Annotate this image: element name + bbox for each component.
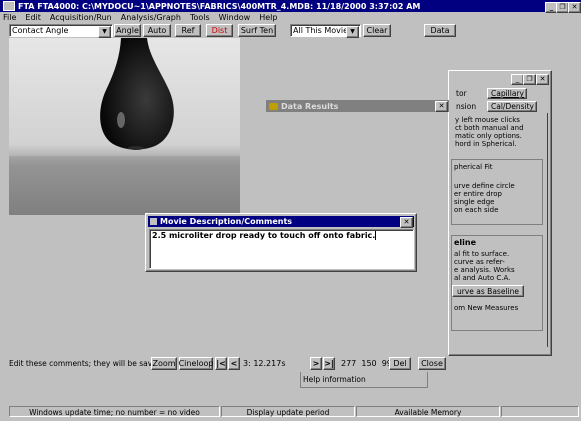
- sph-line: single edge: [454, 198, 495, 206]
- help-information-text: Help information: [303, 375, 366, 384]
- ref-button[interactable]: Ref: [175, 24, 201, 37]
- chevron-down-icon[interactable]: ▼: [346, 26, 359, 38]
- close-button[interactable]: ✕: [536, 74, 549, 85]
- edit-hint: Edit these comments; they will be saved: [9, 359, 162, 368]
- instr-line: matic only options.: [455, 132, 522, 140]
- instr-line: y left mouse clicks: [455, 116, 520, 124]
- instructions-text: y left mouse clicks ct both manual and m…: [455, 116, 524, 148]
- surf-ten-button[interactable]: Surf Ten: [238, 24, 276, 37]
- dist-button[interactable]: Dist: [206, 24, 233, 37]
- angle-button[interactable]: Angle: [114, 24, 141, 37]
- spherical-fit-title: pherical Fit: [454, 163, 493, 171]
- main-title-bar: FTA FTA4000: C:\MYDOCU~1\APPNOTES\FABRIC…: [0, 0, 581, 13]
- measure-select[interactable]: Contact Angle ▼: [9, 24, 113, 38]
- last-frame-button[interactable]: >|: [323, 357, 335, 370]
- close-icon[interactable]: ✕: [435, 101, 448, 112]
- bl-line: e analysis. Works: [454, 266, 515, 274]
- data-results-titlebar[interactable]: Data Results ✕: [266, 100, 449, 112]
- sph-line: urve define circle: [454, 182, 515, 190]
- tab-cal-density[interactable]: Cal/Density: [487, 101, 537, 112]
- chevron-down-icon[interactable]: ▼: [98, 26, 111, 38]
- movie-dialog-title: Movie Description/Comments: [160, 217, 293, 226]
- menu-window[interactable]: Window: [219, 12, 251, 23]
- data-button[interactable]: Data: [424, 24, 456, 37]
- data-results-title: Data Results: [281, 101, 339, 111]
- status-update-time: Windows update time; no number = no vide…: [9, 406, 220, 417]
- bl-line: al fit to surface.: [454, 250, 510, 258]
- window-title: FTA FTA4000: C:\MYDOCU~1\APPNOTES\FABRIC…: [18, 1, 421, 11]
- menu-tools[interactable]: Tools: [190, 12, 210, 23]
- status-bar: Windows update time; no number = no vide…: [0, 406, 581, 418]
- tab-capillary[interactable]: Capillary: [487, 88, 527, 99]
- app-icon: [3, 1, 15, 11]
- status-extra: [501, 406, 579, 417]
- movie-select[interactable]: All This Movie ▼: [290, 24, 361, 38]
- drop-image: [9, 38, 240, 215]
- close-icon[interactable]: ✕: [400, 217, 413, 228]
- next-frame-button[interactable]: >: [310, 357, 322, 370]
- first-frame-button[interactable]: |<: [215, 357, 227, 370]
- cineloop-button[interactable]: Cineloop: [179, 357, 213, 370]
- bl-line: al and Auto C.A.: [454, 274, 511, 282]
- menu-help[interactable]: Help: [259, 12, 277, 23]
- movie-description-dialog: Movie Description/Comments ✕ 2.5 microli…: [145, 213, 417, 272]
- tab-tor[interactable]: tor: [456, 89, 486, 100]
- video-frame[interactable]: [9, 38, 240, 215]
- sph-line: on each side: [454, 206, 499, 214]
- dialog-icon: [150, 218, 157, 225]
- spherical-fit-group: pherical Fit urve define circle er entir…: [451, 159, 543, 225]
- maximize-button[interactable]: ❐: [523, 74, 536, 85]
- menu-acquisition[interactable]: Acquisition/Run: [50, 12, 112, 23]
- movie-control-bar: Edit these comments; they will be saved …: [9, 356, 446, 372]
- time-readout: 3: 12.217s: [243, 359, 286, 368]
- clear-button[interactable]: Clear: [363, 24, 391, 37]
- bl-line: curve as refer-: [454, 258, 505, 266]
- status-display-period: Display update period: [221, 406, 355, 417]
- zoom-button[interactable]: Zoom: [151, 357, 177, 370]
- measure-select-value: Contact Angle: [12, 26, 69, 35]
- new-measures-text: om New Measures: [454, 304, 519, 312]
- measure-options-window: _ ❐ ✕ tor Capillary nsion Cal/Density y …: [448, 70, 552, 356]
- baseline-title: eline: [454, 238, 477, 247]
- spherical-text: urve define circle er entire drop single…: [454, 182, 515, 214]
- auto-button[interactable]: Auto: [143, 24, 171, 37]
- data-results-icon: [269, 102, 278, 110]
- movie-comments-text: 2.5 microliter drop ready to touch off o…: [152, 231, 376, 240]
- movie-select-value: All This Movie: [293, 26, 349, 35]
- baseline-group: eline al fit to surface. curve as refer-…: [451, 235, 543, 331]
- close-button[interactable]: ✕: [568, 2, 581, 13]
- close-movie-button[interactable]: Close: [418, 357, 446, 370]
- sph-line: er entire drop: [454, 190, 502, 198]
- menu-edit[interactable]: Edit: [25, 12, 41, 23]
- help-information-box: Help information: [300, 372, 428, 388]
- curve-as-baseline-button[interactable]: urve as Baseline: [452, 285, 524, 297]
- status-memory: Available Memory: [356, 406, 500, 417]
- prev-frame-button[interactable]: <: [228, 357, 240, 370]
- menu-analysis[interactable]: Analysis/Graph: [121, 12, 181, 23]
- instr-line: hord in Spherical.: [455, 140, 517, 148]
- baseline-text: al fit to surface. curve as refer- e ana…: [454, 250, 515, 282]
- menu-file[interactable]: File: [3, 12, 16, 23]
- instr-line: ct both manual and: [455, 124, 524, 132]
- tab-tension[interactable]: nsion: [456, 102, 486, 113]
- movie-dialog-titlebar: Movie Description/Comments ✕: [148, 216, 414, 228]
- coords-readout: 277 150 99: [341, 359, 392, 368]
- menu-bar: File Edit Acquisition/Run Analysis/Graph…: [3, 12, 403, 23]
- side-panel-body: y left mouse clicks ct both manual and m…: [451, 113, 548, 347]
- delete-button[interactable]: Del: [389, 357, 411, 370]
- movie-comments-textarea[interactable]: 2.5 microliter drop ready to touch off o…: [149, 229, 414, 269]
- text-cursor: [375, 231, 377, 240]
